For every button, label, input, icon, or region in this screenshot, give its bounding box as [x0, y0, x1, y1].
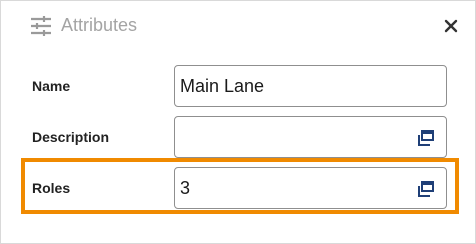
name-field[interactable]: Main Lane	[174, 65, 447, 107]
panel-header: Attributes	[1, 1, 475, 49]
open-window-icon[interactable]	[417, 129, 435, 147]
description-label: Description	[32, 129, 110, 145]
attributes-panel: Attributes Name Main Lane Description Ro…	[0, 0, 476, 244]
description-field[interactable]	[174, 116, 447, 158]
roles-field[interactable]: 3	[174, 167, 447, 209]
name-value: Main Lane	[180, 76, 265, 96]
name-label: Name	[32, 78, 71, 94]
roles-value: 3	[180, 178, 191, 198]
roles-label: Roles	[32, 180, 71, 196]
sliders-icon	[31, 16, 51, 36]
panel-title: Attributes	[61, 15, 138, 35]
open-window-icon[interactable]	[417, 180, 435, 198]
close-icon[interactable]	[442, 17, 460, 35]
